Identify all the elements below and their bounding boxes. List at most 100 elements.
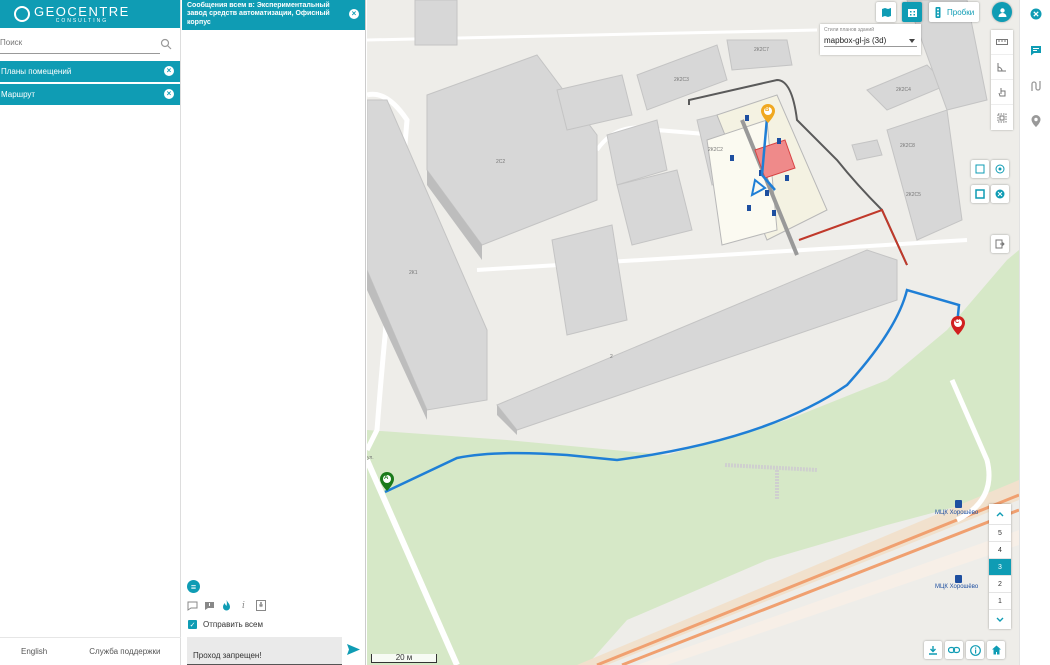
building-label: 2С2 xyxy=(496,159,506,165)
search-input[interactable] xyxy=(0,34,150,47)
street-label: ул. xyxy=(367,455,374,461)
left-panel: GEOCENTRE CONSULTING Планы помещений × М… xyxy=(0,0,181,665)
alert-icon[interactable] xyxy=(204,600,215,611)
building-label: 2 xyxy=(610,354,613,360)
profile-button[interactable] xyxy=(992,2,1012,22)
export-button[interactable] xyxy=(991,235,1009,253)
logo-subtitle: CONSULTING xyxy=(55,17,109,24)
link-button[interactable] xyxy=(945,641,963,659)
checkbox-checked-icon[interactable]: ✓ xyxy=(188,620,197,629)
marker-c-label: C xyxy=(955,319,960,325)
angle-tool[interactable] xyxy=(991,55,1013,80)
layer-item-floor-plans[interactable]: Планы помещений × xyxy=(0,61,180,82)
fit-bounds-button[interactable] xyxy=(971,160,989,178)
chat-title: Сообщения всем в: Экспериментальный заво… xyxy=(187,2,330,26)
traffic-label: Пробки xyxy=(947,7,975,17)
layer-item-route[interactable]: Маршрут × xyxy=(0,84,180,105)
style-select-label: Стили планов зданий xyxy=(824,27,875,33)
area-icon xyxy=(997,113,1007,122)
close-icon[interactable] xyxy=(1030,8,1042,20)
route-icon[interactable] xyxy=(1030,80,1042,92)
logo-bar: GEOCENTRE CONSULTING xyxy=(0,0,180,28)
floor-down-button[interactable] xyxy=(989,609,1011,629)
layer-item-label: Маршрут xyxy=(1,90,36,99)
logo-name: GEOCENTRE xyxy=(34,3,130,19)
frame-select-icon xyxy=(975,189,985,199)
station-label: МЦК Хорошёво xyxy=(935,584,979,590)
message-input[interactable]: Проход запрещен! xyxy=(187,637,342,665)
send-all-checkbox[interactable]: ✓ Отправить всем xyxy=(188,620,263,629)
floor-2-button[interactable]: 2 xyxy=(989,575,1011,592)
screenshot-button[interactable] xyxy=(971,185,989,203)
pointer-tool[interactable] xyxy=(991,80,1013,105)
chat-header: Сообщения всем в: Экспериментальный заво… xyxy=(182,0,365,30)
close-icon[interactable]: × xyxy=(164,66,174,76)
building-icon xyxy=(907,8,917,17)
style-select[interactable]: Стили планов зданий mapbox-gl-js (3d) xyxy=(820,24,921,55)
language-link[interactable]: English xyxy=(21,647,47,656)
floor-4-button[interactable]: 4 xyxy=(989,541,1011,558)
station-label: МЦК Хорошёво xyxy=(935,510,979,516)
list-icon[interactable]: ≡ xyxy=(187,580,200,593)
chevron-down-icon xyxy=(909,39,915,43)
area-tool[interactable] xyxy=(991,105,1013,130)
link-icon xyxy=(948,646,960,654)
style-select-value[interactable]: mapbox-gl-js (3d) xyxy=(824,36,917,47)
close-icon xyxy=(995,189,1005,199)
chat-icon[interactable] xyxy=(1030,44,1042,56)
target-button[interactable] xyxy=(991,160,1009,178)
logo[interactable]: GEOCENTRE CONSULTING xyxy=(34,5,130,24)
download-button[interactable] xyxy=(924,641,942,659)
bottom-toolbar xyxy=(924,641,1005,659)
hand-pointer-icon xyxy=(998,87,1005,96)
floor-selector: 5 4 3 2 1 xyxy=(989,504,1011,629)
search-icon[interactable] xyxy=(160,38,172,50)
send-icon[interactable] xyxy=(347,643,360,656)
close-icon[interactable]: × xyxy=(349,9,359,19)
support-link[interactable]: Служба поддержки xyxy=(89,647,160,656)
location-pin-icon[interactable] xyxy=(1030,115,1042,127)
map-canvas[interactable]: 2К2С8 2К2С7 2К2С3 2К2С2 2С2 2К2С4 2К2С5 … xyxy=(367,0,1019,665)
floor-3-button[interactable]: 3 xyxy=(989,558,1011,575)
clear-button[interactable] xyxy=(991,185,1009,203)
layer-item-label: Планы помещений xyxy=(1,67,72,76)
info-icon[interactable]: i xyxy=(238,600,249,611)
traffic-light-icon xyxy=(935,6,941,18)
building-label: 2К2С2 xyxy=(708,147,723,153)
close-icon[interactable]: × xyxy=(164,89,174,99)
info-button[interactable] xyxy=(966,641,984,659)
search-box xyxy=(0,34,172,54)
logo-icon xyxy=(14,6,30,22)
measure-tools xyxy=(991,30,1013,130)
chat-panel: Сообщения всем в: Экспериментальный заво… xyxy=(182,0,366,665)
angle-icon xyxy=(997,63,1006,72)
chevron-up-icon xyxy=(996,511,1004,516)
home-button[interactable] xyxy=(987,641,1005,659)
fire-icon[interactable] xyxy=(221,600,232,611)
right-sidebar xyxy=(1019,0,1050,665)
building-label: 2К1 xyxy=(409,270,418,276)
floor-1-button[interactable]: 1 xyxy=(989,592,1011,609)
traffic-button[interactable]: Пробки xyxy=(929,2,979,22)
map-icon xyxy=(881,7,891,17)
building-label: 2К2С8 xyxy=(900,143,915,149)
scale-bar: 20 м xyxy=(371,654,437,663)
floor-5-button[interactable]: 5 xyxy=(989,524,1011,541)
marker-b-label: B xyxy=(765,107,770,113)
user-icon xyxy=(998,7,1006,17)
style-value-text: mapbox-gl-js (3d) xyxy=(824,36,887,45)
ruler-icon xyxy=(996,39,1008,45)
download-icon xyxy=(929,646,937,655)
send-all-label: Отправить всем xyxy=(203,620,263,629)
chat-icon[interactable] xyxy=(187,600,198,611)
ruler-tool[interactable] xyxy=(991,30,1013,55)
building-label: 2К2С3 xyxy=(674,77,689,83)
floor-up-button[interactable] xyxy=(989,504,1011,524)
frame-icon xyxy=(975,164,985,174)
left-footer: English Служба поддержки xyxy=(0,637,181,665)
buildings-button[interactable] xyxy=(902,2,922,22)
map-view-button[interactable] xyxy=(876,2,896,22)
home-icon xyxy=(991,645,1001,655)
building-label: 2К2С7 xyxy=(754,47,769,53)
evacuation-icon[interactable] xyxy=(255,600,266,611)
